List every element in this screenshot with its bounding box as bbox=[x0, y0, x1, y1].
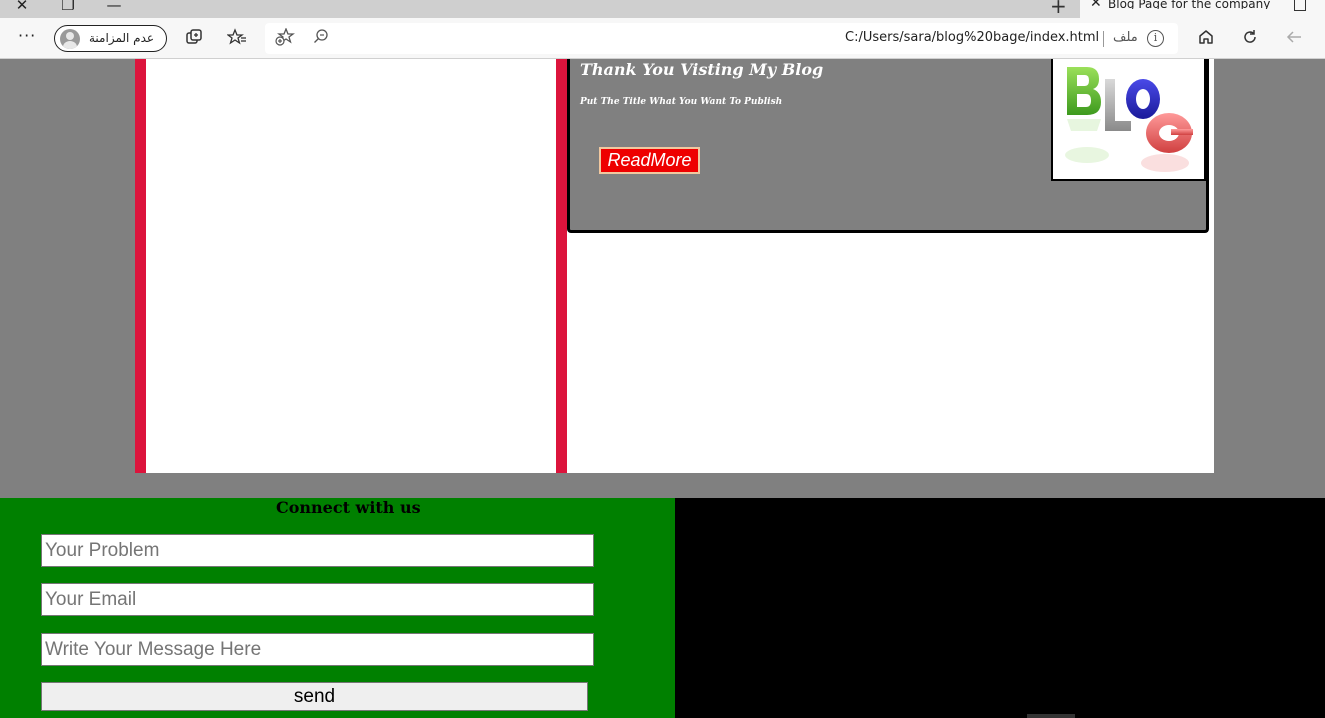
horizontal-scrollbar[interactable] bbox=[1027, 714, 1075, 718]
post-subtitle: Put The Title What You Want To Publish bbox=[580, 97, 783, 107]
tab-title: Blog Page for the company bbox=[1108, 0, 1271, 9]
content-wrapper: Thank You Visting My Blog Put The Title … bbox=[135, 59, 1214, 473]
refresh-icon[interactable] bbox=[1239, 28, 1261, 50]
profile-button[interactable]: عدم المزامنة bbox=[54, 25, 167, 52]
minimize-window-icon[interactable]: — bbox=[102, 0, 126, 16]
contact-heading: Connect with us bbox=[276, 498, 421, 517]
title-bar: ✕ ❐ — + ✕ Blog Page for the company bbox=[0, 0, 1325, 18]
address-bar[interactable]: C:/Users/sara/blog%20bage/index.html ملف… bbox=[265, 23, 1178, 54]
zoom-icon[interactable] bbox=[313, 28, 329, 48]
close-window-icon[interactable]: ✕ bbox=[10, 0, 34, 16]
tab-blog-page[interactable]: ✕ Blog Page for the company bbox=[1080, 0, 1325, 18]
footer-dark-panel bbox=[675, 498, 1325, 718]
collections-icon[interactable] bbox=[183, 28, 205, 50]
home-icon[interactable] bbox=[1195, 28, 1217, 50]
more-menu-button[interactable]: ··· bbox=[18, 26, 36, 45]
contact-section: Connect with us send bbox=[0, 498, 675, 718]
email-input[interactable] bbox=[41, 583, 594, 616]
site-info-icon[interactable]: i bbox=[1147, 30, 1164, 47]
read-more-button[interactable]: ReadMore bbox=[599, 147, 700, 174]
restore-window-icon[interactable]: ❐ bbox=[56, 0, 80, 16]
web-page: Thank You Visting My Blog Put The Title … bbox=[0, 59, 1325, 718]
send-button[interactable]: send bbox=[41, 682, 588, 711]
address-divider bbox=[1103, 31, 1104, 47]
tab-close-icon[interactable]: ✕ bbox=[1090, 0, 1102, 10]
left-accent-bar bbox=[135, 59, 146, 473]
browser-toolbar: ··· عدم المزامنة C:/Users/sara/blog%20ba… bbox=[0, 18, 1325, 59]
back-arrow-icon[interactable] bbox=[1283, 28, 1305, 50]
add-favorite-icon[interactable] bbox=[275, 27, 295, 51]
middle-accent-bar bbox=[556, 59, 567, 473]
new-tab-icon[interactable]: + bbox=[1050, 0, 1067, 18]
blog-post-card: Thank You Visting My Blog Put The Title … bbox=[567, 59, 1209, 233]
problem-input[interactable] bbox=[41, 534, 594, 567]
post-title: Thank You Visting My Blog bbox=[580, 60, 824, 79]
favorites-icon[interactable] bbox=[226, 28, 248, 50]
page-icon bbox=[1294, 0, 1306, 11]
message-input[interactable] bbox=[41, 633, 594, 666]
profile-label: عدم المزامنة bbox=[89, 31, 155, 45]
scheme-label: ملف bbox=[1113, 30, 1138, 45]
url-text[interactable]: C:/Users/sara/blog%20bage/index.html bbox=[845, 30, 1099, 45]
blog-image bbox=[1051, 59, 1206, 181]
avatar-icon bbox=[60, 29, 80, 49]
